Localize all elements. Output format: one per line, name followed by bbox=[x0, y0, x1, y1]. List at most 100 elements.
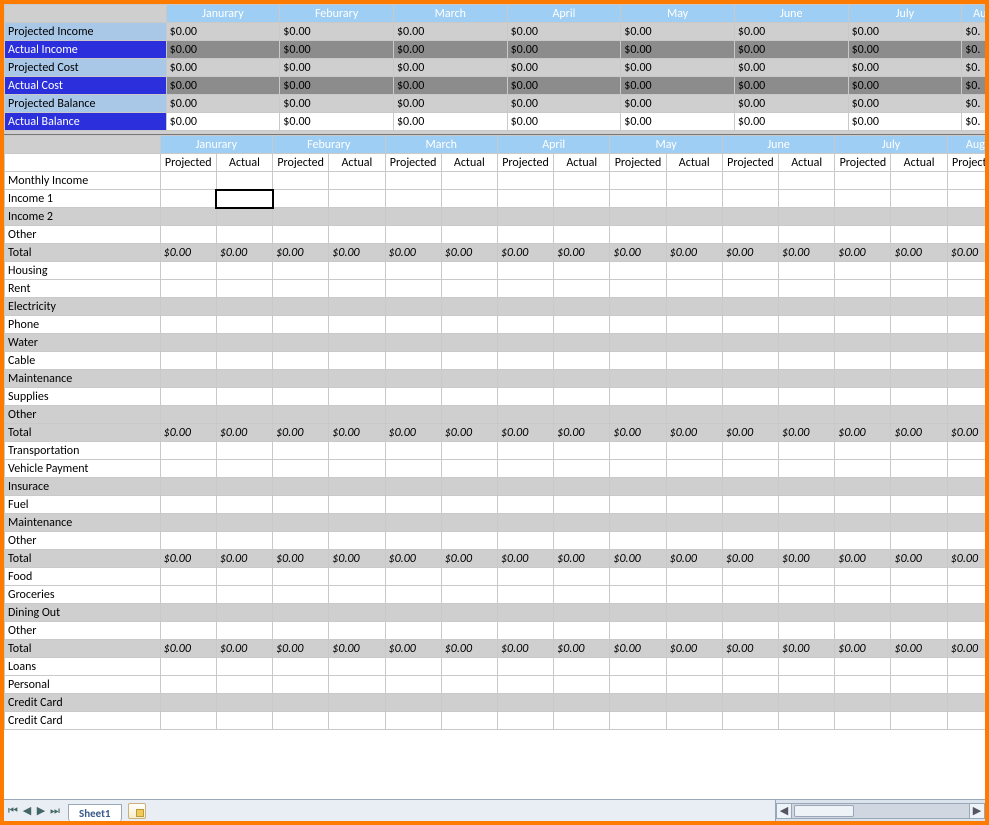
data-cell[interactable] bbox=[216, 190, 272, 208]
detail-corner[interactable] bbox=[5, 136, 161, 154]
data-cell[interactable] bbox=[779, 676, 835, 694]
total-cell[interactable]: $0.00 bbox=[610, 640, 666, 658]
data-cell[interactable] bbox=[891, 352, 947, 370]
data-cell[interactable] bbox=[385, 316, 441, 334]
line-item-label[interactable]: Maintenance bbox=[5, 514, 161, 532]
section-header-cell[interactable] bbox=[554, 658, 610, 676]
data-cell[interactable] bbox=[273, 586, 329, 604]
data-cell[interactable] bbox=[385, 586, 441, 604]
data-cell[interactable] bbox=[497, 316, 553, 334]
data-cell[interactable] bbox=[891, 190, 947, 208]
data-cell[interactable] bbox=[160, 460, 216, 478]
data-cell[interactable] bbox=[497, 712, 553, 730]
data-cell[interactable] bbox=[779, 280, 835, 298]
data-cell[interactable] bbox=[554, 532, 610, 550]
data-cell[interactable] bbox=[947, 532, 985, 550]
summary-row-label[interactable]: Actual Balance bbox=[5, 113, 167, 131]
summary-cell[interactable]: $0.00 bbox=[166, 113, 280, 131]
data-cell[interactable] bbox=[441, 496, 497, 514]
section-header-cell[interactable] bbox=[385, 262, 441, 280]
line-item-label[interactable]: Personal bbox=[5, 676, 161, 694]
section-header-cell[interactable] bbox=[666, 262, 722, 280]
data-cell[interactable] bbox=[441, 280, 497, 298]
data-cell[interactable] bbox=[216, 604, 272, 622]
data-cell[interactable] bbox=[947, 280, 985, 298]
data-cell[interactable] bbox=[441, 208, 497, 226]
summary-cell[interactable]: $0.00 bbox=[507, 41, 621, 59]
data-cell[interactable] bbox=[835, 316, 891, 334]
data-cell[interactable] bbox=[329, 496, 385, 514]
summary-cell[interactable]: $0.00 bbox=[848, 23, 962, 41]
line-item-label[interactable]: Dining Out bbox=[5, 604, 161, 622]
data-cell[interactable] bbox=[554, 298, 610, 316]
summary-cell[interactable]: $0. bbox=[962, 95, 985, 113]
detail-subheader-projected[interactable]: Projected bbox=[947, 154, 985, 172]
total-cell[interactable]: $0.00 bbox=[385, 640, 441, 658]
section-header-cell[interactable] bbox=[891, 172, 947, 190]
data-cell[interactable] bbox=[160, 712, 216, 730]
total-label[interactable]: Total bbox=[5, 640, 161, 658]
data-cell[interactable] bbox=[329, 604, 385, 622]
summary-cell[interactable]: $0.00 bbox=[507, 23, 621, 41]
line-item-label[interactable]: Credit Card bbox=[5, 694, 161, 712]
data-cell[interactable] bbox=[554, 622, 610, 640]
data-cell[interactable] bbox=[497, 586, 553, 604]
total-cell[interactable]: $0.00 bbox=[497, 640, 553, 658]
data-cell[interactable] bbox=[722, 352, 778, 370]
section-header-cell[interactable] bbox=[722, 442, 778, 460]
data-cell[interactable] bbox=[891, 370, 947, 388]
summary-cell[interactable]: $0.00 bbox=[507, 77, 621, 95]
section-header-cell[interactable] bbox=[835, 442, 891, 460]
data-cell[interactable] bbox=[385, 460, 441, 478]
data-cell[interactable] bbox=[329, 226, 385, 244]
section-header-cell[interactable] bbox=[385, 172, 441, 190]
total-cell[interactable]: $0.00 bbox=[441, 244, 497, 262]
total-cell[interactable]: $0.00 bbox=[441, 424, 497, 442]
data-cell[interactable] bbox=[666, 694, 722, 712]
data-cell[interactable] bbox=[891, 208, 947, 226]
data-cell[interactable] bbox=[666, 406, 722, 424]
data-cell[interactable] bbox=[273, 460, 329, 478]
data-cell[interactable] bbox=[835, 298, 891, 316]
data-cell[interactable] bbox=[385, 334, 441, 352]
total-cell[interactable]: $0.00 bbox=[273, 424, 329, 442]
data-cell[interactable] bbox=[441, 676, 497, 694]
data-cell[interactable] bbox=[273, 694, 329, 712]
data-cell[interactable] bbox=[722, 190, 778, 208]
section-header[interactable]: Housing bbox=[5, 262, 161, 280]
data-cell[interactable] bbox=[779, 712, 835, 730]
section-header-cell[interactable] bbox=[722, 262, 778, 280]
data-cell[interactable] bbox=[497, 694, 553, 712]
summary-cell[interactable]: $0.00 bbox=[734, 95, 848, 113]
section-header-cell[interactable] bbox=[610, 568, 666, 586]
detail-subheader-projected[interactable]: Projected bbox=[385, 154, 441, 172]
data-cell[interactable] bbox=[947, 676, 985, 694]
section-header-cell[interactable] bbox=[273, 262, 329, 280]
data-cell[interactable] bbox=[160, 208, 216, 226]
line-item-label[interactable]: Phone bbox=[5, 316, 161, 334]
summary-cell[interactable]: $0. bbox=[962, 23, 985, 41]
section-header-cell[interactable] bbox=[835, 172, 891, 190]
data-cell[interactable] bbox=[554, 694, 610, 712]
section-header-cell[interactable] bbox=[329, 658, 385, 676]
total-label[interactable]: Total bbox=[5, 550, 161, 568]
summary-cell[interactable]: $0.00 bbox=[734, 59, 848, 77]
data-cell[interactable] bbox=[329, 514, 385, 532]
data-cell[interactable] bbox=[835, 334, 891, 352]
summary-cell[interactable]: $0.00 bbox=[621, 113, 735, 131]
data-cell[interactable] bbox=[891, 334, 947, 352]
data-cell[interactable] bbox=[160, 622, 216, 640]
data-cell[interactable] bbox=[835, 388, 891, 406]
section-header-cell[interactable] bbox=[666, 172, 722, 190]
data-cell[interactable] bbox=[385, 280, 441, 298]
total-cell[interactable]: $0.00 bbox=[385, 424, 441, 442]
summary-cell[interactable]: $0.00 bbox=[166, 41, 280, 59]
data-cell[interactable] bbox=[385, 190, 441, 208]
data-cell[interactable] bbox=[554, 460, 610, 478]
section-header-cell[interactable] bbox=[835, 262, 891, 280]
line-item-label[interactable]: Other bbox=[5, 532, 161, 550]
data-cell[interactable] bbox=[835, 712, 891, 730]
data-cell[interactable] bbox=[666, 460, 722, 478]
total-cell[interactable]: $0.00 bbox=[722, 424, 778, 442]
data-cell[interactable] bbox=[779, 586, 835, 604]
